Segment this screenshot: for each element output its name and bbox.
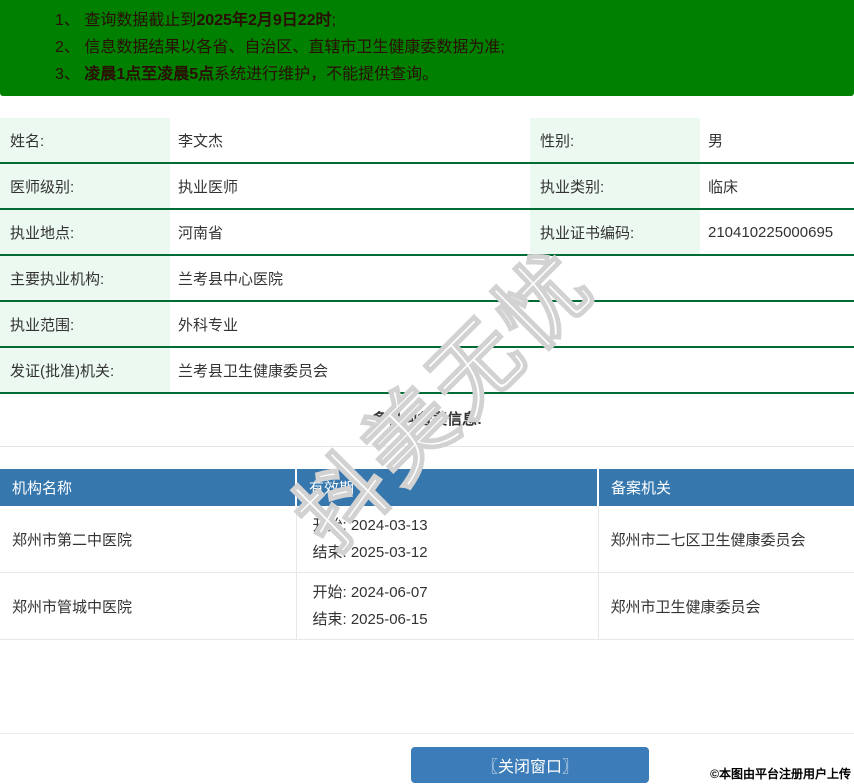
notice-line-3: 3、 凌晨1点至凌晨5点系统进行维护，不能提供查询。 [55, 61, 844, 88]
notice-text: 3、 [55, 66, 85, 83]
info-label-main-institution: 主要执业机构: [0, 255, 170, 302]
info-label-gender: 性别: [530, 118, 700, 164]
copyright-note: ©本图由平台注册用户上传 [710, 767, 851, 781]
info-label-doctor-level: 医师级别: [0, 163, 170, 210]
table-row: 姓名: 李文杰 性别: 男 [0, 118, 854, 164]
validity-cell: 开始: 2024-06-07 结束: 2025-06-15 [296, 572, 599, 640]
info-value-doctor-level: 执业医师 [170, 163, 530, 210]
info-value-practice-category: 临床 [700, 163, 854, 210]
org-name-cell: 郑州市第二中医院 [0, 506, 297, 573]
info-label-name: 姓名: [0, 118, 170, 164]
info-label-practice-scope: 执业范围: [0, 301, 170, 348]
section-title-multi-org: 多机构备案信息: [372, 411, 482, 428]
table-header-row: 机构名称 有效期 备案机关 [0, 469, 854, 506]
table-row: 发证(批准)机关: 兰考县卫生健康委员会 [0, 347, 854, 394]
footer-divider [0, 733, 854, 734]
validity-end: 结束: 2025-03-12 [312, 544, 428, 561]
info-value-main-institution: 兰考县中心医院 [170, 255, 854, 302]
notice-text: 系统进行维护，不能提供查询。 [214, 66, 439, 83]
info-value-name: 李文杰 [170, 118, 530, 164]
notice-line-1: 1、 查询数据截止到2025年2月9日22时; [55, 7, 844, 34]
info-label-certificate-number: 执业证书编码: [530, 209, 700, 256]
authority-cell: 郑州市卫生健康委员会 [598, 572, 854, 640]
section-divider [0, 446, 854, 447]
validity-start: 开始: 2024-03-13 [312, 517, 428, 534]
doctor-info-table: 姓名: 李文杰 性别: 男 医师级别: 执业医师 执业类别: 临床 执业地点: … [0, 118, 854, 394]
info-value-practice-scope: 外科专业 [170, 301, 854, 348]
info-value-certificate-number: 210410225000695 [700, 209, 854, 256]
info-value-gender: 男 [700, 118, 854, 164]
org-name-cell: 郑州市管城中医院 [0, 572, 297, 640]
notice-line-2: 2、 信息数据结果以各省、自治区、直辖市卫生健康委数据为准; [55, 34, 844, 61]
close-window-button[interactable]: 〖关闭窗口〗 [411, 747, 649, 783]
table-row: 执业地点: 河南省 执业证书编码: 210410225000695 [0, 209, 854, 256]
notice-text: ; [331, 12, 337, 29]
info-label-practice-location: 执业地点: [0, 209, 170, 256]
column-header-validity: 有效期 [296, 469, 599, 506]
notice-bold-text: 2025年2月9日22时 [196, 12, 332, 29]
info-label-practice-category: 执业类别: [530, 163, 700, 210]
table-row: 医师级别: 执业医师 执业类别: 临床 [0, 163, 854, 210]
column-header-org-name: 机构名称 [0, 469, 297, 506]
multi-org-registration-table: 机构名称 有效期 备案机关 郑州市第二中医院 开始: 2024-03-13 结束… [0, 469, 854, 640]
column-header-authority: 备案机关 [598, 469, 854, 506]
validity-end: 结束: 2025-06-15 [312, 611, 428, 628]
notice-text: 2、 信息数据结果以各省、自治区、直辖市卫生健康委数据为准; [55, 39, 505, 56]
validity-cell: 开始: 2024-03-13 结束: 2025-03-12 [296, 506, 599, 573]
table-row: 执业范围: 外科专业 [0, 301, 854, 348]
info-value-practice-location: 河南省 [170, 209, 530, 256]
info-value-issuing-authority: 兰考县卫生健康委员会 [170, 347, 854, 394]
table-row: 主要执业机构: 兰考县中心医院 [0, 255, 854, 302]
validity-start: 开始: 2024-06-07 [312, 584, 428, 601]
info-label-issuing-authority: 发证(批准)机关: [0, 347, 170, 394]
notice-text: 1、 查询数据截止到 [55, 12, 197, 29]
table-row: 郑州市第二中医院 开始: 2024-03-13 结束: 2025-03-12 郑… [0, 506, 854, 573]
notice-bold-text: 凌晨1点至凌晨5点 [84, 66, 215, 83]
notice-banner: 1、 查询数据截止到2025年2月9日22时; 2、 信息数据结果以各省、自治区… [0, 0, 854, 96]
authority-cell: 郑州市二七区卫生健康委员会 [598, 506, 854, 573]
table-row: 郑州市管城中医院 开始: 2024-06-07 结束: 2025-06-15 郑… [0, 572, 854, 640]
